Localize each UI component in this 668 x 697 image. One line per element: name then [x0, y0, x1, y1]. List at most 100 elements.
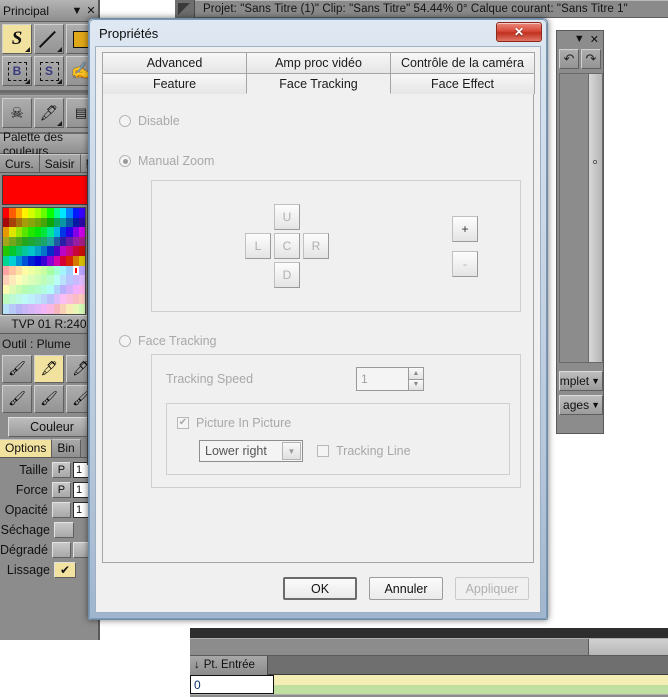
option-checkbox-lissage[interactable]: ✔: [54, 561, 76, 578]
timeline-ruler[interactable]: [190, 638, 668, 656]
tab-bin[interactable]: Bin: [52, 438, 81, 457]
view-mode-combo[interactable]: mplet ▼: [559, 371, 603, 391]
ok-button[interactable]: OK: [283, 577, 357, 600]
entry-point-input[interactable]: 0: [190, 675, 274, 694]
option-mode-force[interactable]: P: [51, 481, 71, 498]
tab-feature[interactable]: Feature: [102, 73, 247, 94]
history-scrollbar[interactable]: [588, 74, 602, 362]
entry-point-button[interactable]: ↓ Pt. Entrée: [190, 655, 268, 675]
option-mode-taille[interactable]: P: [51, 461, 71, 478]
radio-face-tracking-row[interactable]: Face Tracking: [119, 334, 521, 348]
dialog-tabs: Advanced Amp proc vidéo Contrôle de la c…: [96, 47, 540, 94]
close-icon[interactable]: ✕: [84, 4, 98, 17]
pan-center-button[interactable]: C: [274, 233, 300, 259]
zoom-controls: U L C R D + -: [162, 191, 510, 301]
dialog-titlebar[interactable]: Propriétés ✕: [90, 20, 546, 46]
color-swatch[interactable]: [78, 303, 86, 314]
option-mode-degrade[interactable]: [51, 541, 72, 558]
history-buttons: ↶ ↷: [557, 47, 603, 71]
radio-disable-label: Disable: [138, 114, 180, 128]
current-color-swatch[interactable]: [2, 175, 96, 205]
tab-face-effect[interactable]: Face Effect: [390, 73, 535, 94]
color-swatch[interactable]: [78, 275, 86, 285]
pan-up-button[interactable]: U: [274, 204, 300, 230]
brush-round[interactable]: 🖌: [2, 384, 32, 413]
tab-amp-proc-video[interactable]: Amp proc vidéo: [246, 52, 391, 73]
tracking-speed-input[interactable]: 1: [356, 367, 408, 391]
color-swatch[interactable]: [78, 208, 86, 218]
couleur-button[interactable]: Couleur: [8, 416, 96, 437]
chevron-down-icon[interactable]: ▼: [70, 5, 84, 17]
zoom-in-button[interactable]: +: [452, 215, 478, 242]
freehand-tool[interactable]: S: [2, 24, 32, 54]
chevron-down-icon[interactable]: ▼: [574, 33, 585, 45]
tab-options[interactable]: Options: [0, 438, 53, 457]
radio-disable[interactable]: [119, 115, 131, 127]
shape-select-tool[interactable]: S: [34, 56, 64, 86]
radio-face-tracking[interactable]: [119, 335, 131, 347]
tab-advanced[interactable]: Advanced: [102, 52, 247, 73]
timeline-clip-band[interactable]: [274, 675, 668, 685]
undo-icon[interactable]: ↶: [559, 49, 579, 69]
timeline-top-bar: [190, 628, 668, 638]
tool-grid-2: ☠ 🖋 ▤: [0, 96, 98, 134]
brush-pen[interactable]: 🖋: [34, 354, 64, 383]
frames-combo[interactable]: ages ▼: [559, 395, 603, 415]
tracking-line-row[interactable]: Tracking Line: [317, 444, 411, 458]
history-panel-titlebar[interactable]: ▼ ✕: [557, 31, 603, 47]
zoom-out-button[interactable]: -: [452, 250, 478, 277]
close-icon[interactable]: ✕: [496, 22, 542, 42]
radio-manual-zoom[interactable]: [119, 155, 131, 167]
resize-grip-icon[interactable]: [175, 0, 195, 18]
pip-checkbox[interactable]: ✔: [177, 417, 189, 429]
close-icon[interactable]: ✕: [590, 33, 599, 46]
cancel-button[interactable]: Annuler: [369, 577, 443, 600]
pan-down-button[interactable]: D: [274, 262, 300, 288]
option-mode-opacite[interactable]: [51, 501, 71, 518]
tracking-line-checkbox[interactable]: [317, 445, 329, 457]
tab-row-1: Advanced Amp proc vidéo Contrôle de la c…: [102, 52, 535, 73]
palette-panel-title: Palette des couleurs: [0, 130, 98, 158]
color-grid[interactable]: [2, 207, 87, 315]
bezier-select-tool[interactable]: B: [2, 56, 32, 86]
radio-disable-row[interactable]: Disable: [119, 114, 521, 128]
color-swatch[interactable]: [78, 246, 86, 256]
color-swatch[interactable]: [78, 294, 86, 304]
brush-soft[interactable]: 🖌: [2, 354, 32, 383]
spinner-up-icon[interactable]: ▲: [408, 367, 424, 380]
color-swatch[interactable]: [78, 265, 86, 276]
palette-tab-curs[interactable]: Curs.: [0, 154, 40, 172]
tracking-speed-spinner[interactable]: 1 ▲ ▼: [356, 367, 424, 391]
color-swatch[interactable]: [72, 265, 79, 276]
radio-manual-zoom-row[interactable]: Manual Zoom: [119, 154, 521, 168]
pan-right-button[interactable]: R: [303, 233, 329, 259]
tool-grid: S B S ✍: [0, 22, 98, 92]
history-list[interactable]: [559, 73, 603, 363]
pip-position-select[interactable]: Lower right ▼: [199, 440, 303, 462]
brush-flat[interactable]: 🖌: [34, 384, 64, 413]
color-swatch[interactable]: [78, 284, 86, 295]
color-swatch[interactable]: [78, 255, 86, 266]
dpad-row-middle: L C R: [245, 233, 329, 259]
tab-face-tracking[interactable]: Face Tracking: [246, 73, 391, 94]
spinner-down-icon[interactable]: ▼: [408, 379, 424, 391]
principal-panel-titlebar[interactable]: Principal ▼ ✕: [0, 0, 98, 22]
pip-checkbox-row[interactable]: ✔ Picture In Picture: [177, 416, 499, 430]
pip-position-value: Lower right: [205, 444, 267, 458]
palette-tab-saisir[interactable]: Saisir: [39, 154, 81, 172]
redo-icon[interactable]: ↷: [581, 49, 601, 69]
timeline-layer-band[interactable]: [274, 684, 668, 694]
erase-tool[interactable]: ☠: [2, 98, 32, 128]
pen-tool[interactable]: 🖋: [34, 98, 64, 128]
color-swatch[interactable]: [78, 236, 86, 247]
tab-controle-camera[interactable]: Contrôle de la caméra: [390, 52, 535, 73]
line-tool[interactable]: [34, 24, 64, 54]
tab-row-2: Feature Face Tracking Face Effect: [102, 73, 535, 94]
color-swatch[interactable]: [78, 217, 86, 228]
color-swatch[interactable]: [78, 227, 86, 237]
face-tracking-panel: Disable Manual Zoom U L C R D + - Face T…: [102, 93, 534, 563]
pan-left-button[interactable]: L: [245, 233, 271, 259]
brush-row-1: 🖌 🖋 🖊: [0, 354, 98, 384]
option-mode-sechage[interactable]: [54, 521, 74, 538]
status-bar: Projet: "Sans Titre (1)" Clip: "Sans Tit…: [175, 0, 668, 18]
